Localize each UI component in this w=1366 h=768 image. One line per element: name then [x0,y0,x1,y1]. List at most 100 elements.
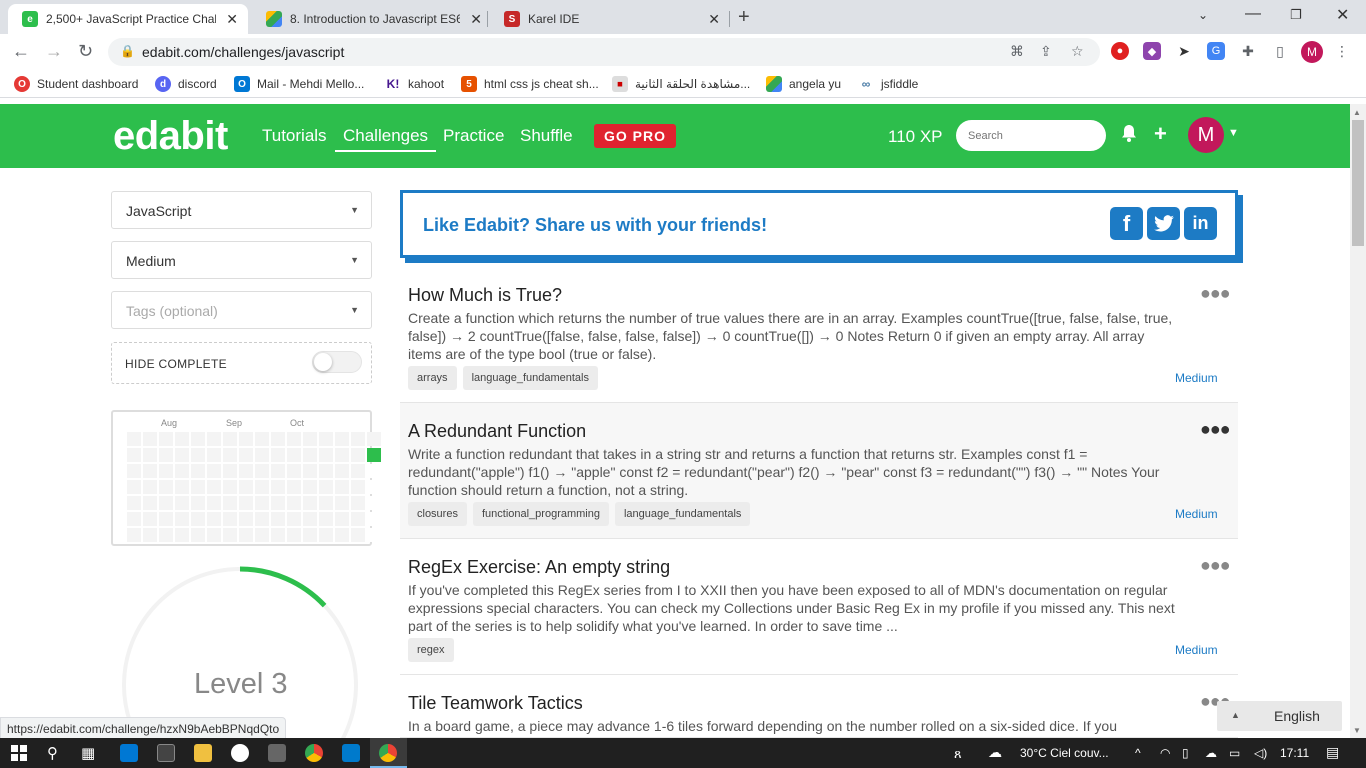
nav-practice[interactable]: Practice [443,126,504,146]
windows-start-icon[interactable] [11,745,27,765]
nav-challenges[interactable]: Challenges [335,126,437,152]
back-icon[interactable]: ← [12,41,30,62]
game-app-icon[interactable] [268,744,286,762]
adblock-extension-icon[interactable]: ● [1111,42,1129,60]
reload-icon[interactable]: ↻ [78,41,93,62]
side-panel-icon[interactable]: ▯ [1271,42,1289,60]
heatmap-cell [127,528,141,542]
active-chrome-taskbar-item[interactable] [370,738,407,768]
bookmark-discord[interactable]: d discord [155,76,217,92]
bookmark-star-icon[interactable]: ☆ [1071,43,1084,60]
facebook-icon[interactable]: f [1110,207,1143,240]
restore-icon[interactable]: ❐ [1290,7,1302,23]
bookmark-kahoot[interactable]: K! kahoot [385,76,444,92]
browser-tab-edabit[interactable]: e 2,500+ JavaScript Practice Challe ✕ [8,4,248,34]
more-options-icon[interactable]: ●●● [1200,283,1231,304]
user-avatar[interactable]: M [1188,117,1224,153]
edabit-logo[interactable]: edabit [113,114,228,159]
itunes-icon[interactable] [231,744,249,762]
challenge-card[interactable]: Tile Teamwork Tactics In a board game, a… [400,675,1238,738]
bell-icon[interactable] [1121,124,1137,147]
bookmark-mail[interactable]: O Mail - Mehdi Mello... [234,76,364,92]
browser-profile-avatar[interactable]: M [1301,41,1323,63]
challenge-title[interactable]: A Redundant Function [408,421,586,442]
nav-tutorials[interactable]: Tutorials [262,126,327,146]
clock[interactable]: 17:11 [1280,746,1309,760]
search-icon[interactable]: ⚲ [47,744,58,762]
extension-icon[interactable]: ◆ [1143,42,1161,60]
new-tab-icon[interactable]: + [738,6,750,29]
challenge-card[interactable]: RegEx Exercise: An empty string If you'v… [400,539,1238,675]
tag[interactable]: closures [408,502,467,526]
browser-tab-es6[interactable]: 8. Introduction to Javascript ES6 ✕ [252,4,492,34]
browser-menu-icon[interactable]: ⋮ [1333,42,1351,60]
cloud-weather-icon[interactable]: ☁ [988,744,1002,761]
mail-app-icon[interactable] [120,744,138,762]
bookmark-cheat-sheet[interactable]: 5 html css js cheat sh... [461,76,599,92]
share-icon[interactable]: ⇪ [1040,43,1052,60]
more-options-icon[interactable]: ●●● [1200,555,1231,576]
challenge-title[interactable]: RegEx Exercise: An empty string [408,557,670,578]
file-explorer-icon[interactable] [194,744,212,762]
chevron-down-icon[interactable]: ▼ [1228,127,1239,139]
chrome-icon[interactable] [305,744,323,762]
scroll-up-icon[interactable]: ▲ [1353,108,1361,117]
tag[interactable]: regex [408,638,454,662]
challenge-title[interactable]: Tile Teamwork Tactics [408,693,583,714]
close-tab-icon[interactable]: ✕ [226,11,238,28]
language-button[interactable]: ▲ English [1217,701,1342,731]
battery-icon[interactable]: ▯ [1182,746,1189,760]
task-view-icon[interactable]: ▦ [81,744,95,762]
tag[interactable]: language_fundamentals [614,502,751,526]
go-pro-button[interactable]: GO PRO [594,124,676,148]
difficulty-select[interactable]: Medium ▼ [111,241,372,279]
address-bar[interactable]: 🔒 edabit.com/challenges/javascript ⌘ ⇪ ☆ [108,38,1100,66]
tab-search-icon[interactable]: ⌄ [1198,8,1208,22]
linkedin-icon[interactable]: in [1184,207,1217,240]
translate-icon[interactable]: ⌘ [1010,43,1024,60]
tag[interactable]: arrays [408,366,457,390]
language-select[interactable]: JavaScript ▼ [111,191,372,229]
network-icon[interactable]: ▭ [1229,746,1240,760]
tag[interactable]: functional_programming [472,502,609,526]
onedrive-icon[interactable]: ☁ [1205,746,1217,760]
vscode-icon[interactable] [342,744,360,762]
heatmap-cell [287,464,301,478]
nav-shuffle[interactable]: Shuffle [520,126,573,146]
people-icon[interactable]: ጸ [954,746,962,762]
translate-extension-icon[interactable]: G [1207,42,1225,60]
challenge-title[interactable]: How Much is True? [408,285,562,306]
notifications-icon[interactable]: ▤ [1326,744,1339,761]
tag[interactable]: language_fundamentals [462,366,598,390]
more-options-icon[interactable]: ●●● [1200,419,1231,440]
bookmark-student-dashboard[interactable]: O Student dashboard [14,76,138,92]
hide-complete-toggle[interactable] [312,351,362,373]
minimize-icon[interactable]: — [1245,5,1261,23]
challenge-card[interactable]: How Much is True? Create a function whic… [400,267,1238,403]
bookmark-angela-yu[interactable]: angela yu [766,76,841,92]
scroll-down-icon[interactable]: ▼ [1353,726,1361,735]
close-tab-icon[interactable]: ✕ [470,11,482,28]
heatmap-cell [175,512,189,526]
scrollbar-thumb[interactable] [1352,120,1364,246]
challenge-card[interactable]: A Redundant Function Write a function re… [400,403,1238,539]
forward-icon[interactable]: → [45,41,63,62]
bookmark-arabic-episode[interactable]: ◼ مشاهدة الحلقة الثانية... [612,76,750,92]
heatmap-cell [223,512,237,526]
cursor-extension-icon[interactable]: ➤ [1175,42,1193,60]
chevron-up-icon[interactable]: ^ [1135,746,1141,760]
bookmark-jsfiddle[interactable]: ∞ jsfiddle [858,76,918,92]
plus-icon[interactable]: + [1154,121,1167,147]
tags-select[interactable]: Tags (optional) ▼ [111,291,372,329]
wifi-icon[interactable]: ◠ [1160,746,1170,760]
close-tab-icon[interactable]: ✕ [708,11,720,28]
volume-icon[interactable]: ◁) [1254,746,1267,760]
search-input[interactable] [956,120,1106,151]
browser-tab-karel[interactable]: S Karel IDE ✕ [490,4,730,34]
weather-text[interactable]: 30°C Ciel couv... [1020,746,1109,760]
twitter-icon[interactable] [1147,207,1180,240]
close-window-icon[interactable]: ✕ [1336,5,1349,25]
extensions-puzzle-icon[interactable]: ✚ [1239,42,1257,60]
store-app-icon[interactable] [157,744,175,762]
heatmap-cell [255,480,269,494]
